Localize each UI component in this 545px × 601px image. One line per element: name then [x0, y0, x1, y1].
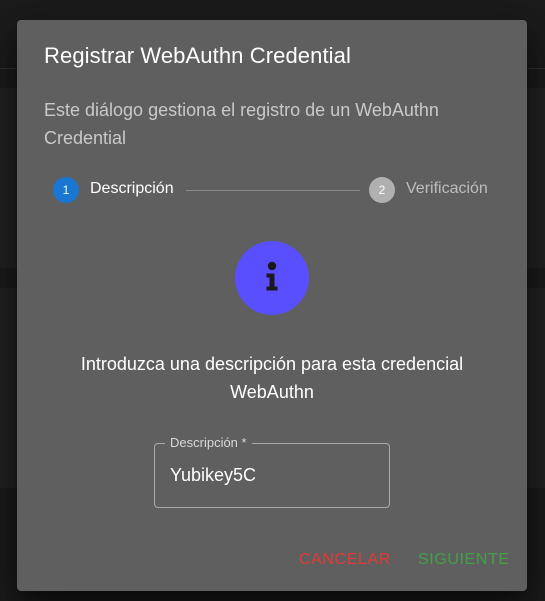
dialog-subtitle: Este diálogo gestiona el registro de un … [44, 100, 439, 148]
step-2-indicator[interactable]: 2 [369, 177, 395, 203]
step-2-label[interactable]: Verificación [406, 180, 488, 198]
description-field: Descripción * [154, 435, 390, 508]
step-connector [186, 190, 360, 191]
register-webauthn-dialog: Registrar WebAuthn Credential Este diálo… [17, 20, 527, 591]
stepper: 1 Descripción 2 Verificación [53, 176, 493, 204]
next-button[interactable]: SIGUIENTE [416, 547, 512, 573]
dialog-title: Registrar WebAuthn Credential [44, 43, 351, 68]
info-icon [235, 241, 309, 315]
cancel-button[interactable]: CANCELAR [297, 547, 393, 573]
step-1-indicator[interactable]: 1 [53, 177, 79, 203]
description-field-label: Descripción * [165, 435, 252, 450]
description-prompt: Introduzca una descripción para esta cre… [80, 354, 464, 402]
step-1-label[interactable]: Descripción [90, 180, 174, 198]
description-input[interactable] [170, 461, 375, 489]
